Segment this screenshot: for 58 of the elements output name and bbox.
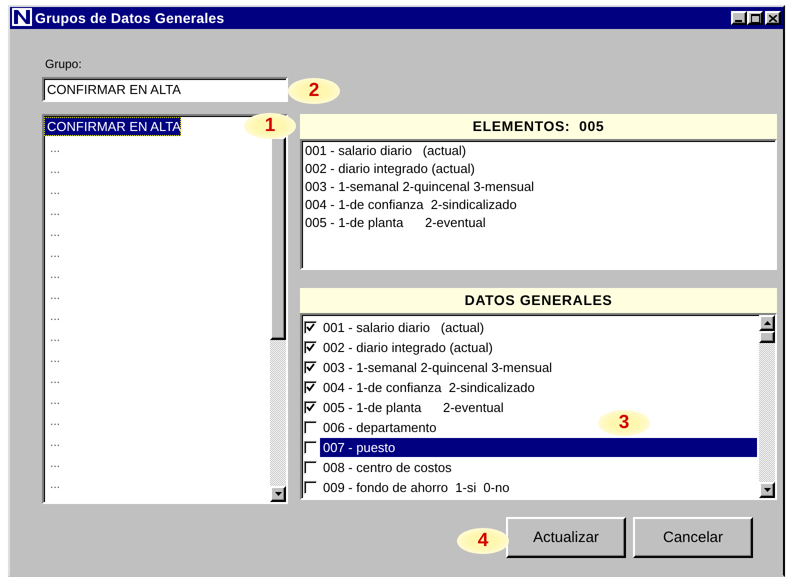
minimize-button[interactable] <box>731 11 747 25</box>
callout-number: 1 <box>244 113 296 139</box>
scroll-thumb[interactable] <box>759 331 775 343</box>
down-arrow-icon <box>274 492 282 496</box>
scroll-up-button[interactable] <box>759 315 775 331</box>
list-item[interactable]: ... <box>44 222 60 243</box>
list-item[interactable]: ... <box>44 432 60 453</box>
list-item[interactable]: ... <box>44 327 60 348</box>
checkbox[interactable] <box>304 440 317 454</box>
list-item[interactable]: ... <box>44 306 60 327</box>
dialog-button[interactable]: Actualizar <box>506 517 626 558</box>
list-item[interactable]: ... <box>44 411 60 432</box>
list-item[interactable]: 008 - centro de costos <box>320 458 452 476</box>
list-item[interactable]: 007 - puesto <box>320 438 757 456</box>
list-item[interactable]: ... <box>44 243 60 264</box>
list-item[interactable]: ... <box>44 453 60 474</box>
scroll-thumb[interactable] <box>270 137 286 340</box>
list-item[interactable]: 009 - fondo de ahorro 1-si 0-no <box>320 478 510 496</box>
grupo-label: Grupo: <box>44 56 83 73</box>
list-item[interactable]: ... <box>44 285 60 306</box>
dialog-button[interactable]: Cancelar <box>633 517 753 558</box>
list-item[interactable]: 003 - 1-semanal 2-quincenal 3-mensual <box>320 358 552 376</box>
section-header: DATOS GENERALES <box>300 288 777 313</box>
list-item: 002 - diario integrado (actual) <box>305 160 476 178</box>
list-item[interactable]: CONFIRMAR EN ALTA <box>44 117 181 136</box>
list-item: 005 - 1-de planta 2-eventual <box>305 214 487 232</box>
list-item[interactable]: ... <box>44 264 60 285</box>
close-button[interactable] <box>765 11 781 25</box>
list-item[interactable]: ... <box>44 180 60 201</box>
close-icon <box>769 14 777 22</box>
list-item: 004 - 1-de confianza 2-sindicalizado <box>305 196 518 214</box>
scrollbar[interactable] <box>270 137 286 502</box>
list-item[interactable]: ... <box>44 348 60 369</box>
scroll-down-button[interactable] <box>270 486 286 502</box>
list-item: 003 - 1-semanal 2-quincenal 3-mensual <box>305 178 536 196</box>
list-item[interactable]: 004 - 1-de confianza 2-sindicalizado <box>320 378 535 396</box>
up-arrow-icon <box>764 321 770 325</box>
callout-number: 2 <box>288 78 340 104</box>
grupo-field[interactable]: CONFIRMAR EN ALTA <box>42 77 288 102</box>
section-header: ELEMENTOS: 005 <box>300 114 777 139</box>
list-item[interactable]: ... <box>44 474 60 495</box>
list-item[interactable]: ... <box>44 138 60 159</box>
maximize-button[interactable] <box>747 11 763 25</box>
scroll-down-button[interactable] <box>759 482 775 498</box>
list-item[interactable]: 001 - salario diario (actual) <box>320 318 484 336</box>
list-item[interactable]: ... <box>44 159 60 180</box>
window-title: Grupos de Datos Generales <box>35 10 226 26</box>
list-item[interactable]: ... <box>44 390 60 411</box>
list-item[interactable]: 005 - 1-de planta 2-eventual <box>320 398 504 416</box>
list-item[interactable]: ... <box>44 201 60 222</box>
callout-number: 4 <box>457 528 509 554</box>
list-item[interactable]: ... <box>44 369 60 390</box>
scrollbar[interactable] <box>759 315 775 498</box>
maximize-icon <box>750 14 760 22</box>
down-arrow-icon <box>764 488 770 492</box>
list-item: 001 - salario diario (actual) <box>305 142 468 160</box>
list-item[interactable]: 002 - diario integrado (actual) <box>320 338 493 356</box>
list-item[interactable]: 006 - departamento <box>320 418 436 436</box>
